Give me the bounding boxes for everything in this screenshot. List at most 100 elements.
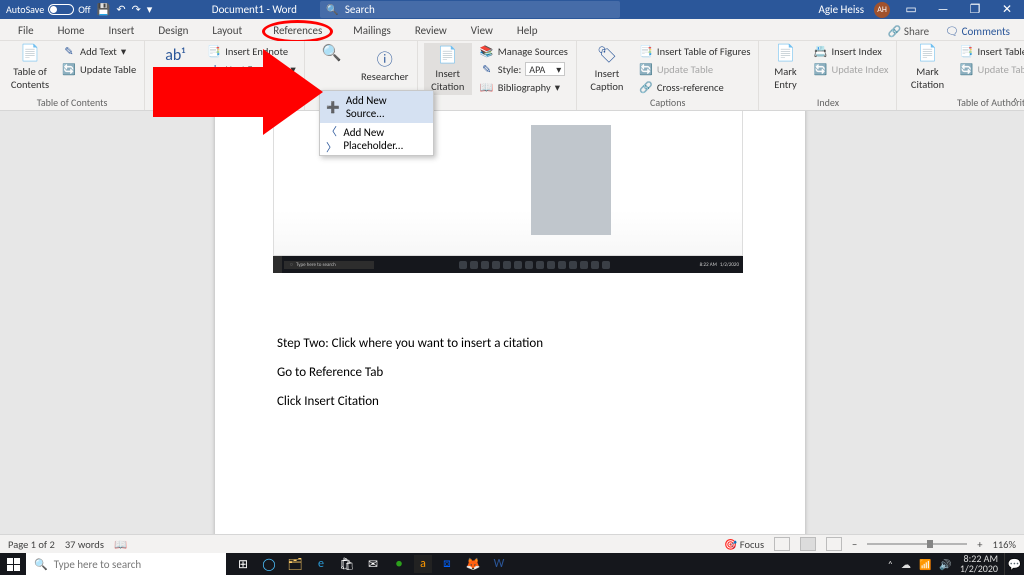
mark-entry-icon: 📄 — [775, 43, 795, 63]
doc-line-3[interactable]: Click Insert Citation — [277, 394, 543, 409]
window-close-icon[interactable]: ✕ — [996, 2, 1018, 17]
tab-home[interactable]: Home — [46, 21, 97, 40]
word-icon[interactable]: W — [488, 553, 510, 575]
taskview-icon[interactable]: ⊞ — [232, 553, 254, 575]
edge-icon[interactable]: e — [310, 553, 332, 575]
avatar[interactable]: AH — [874, 2, 890, 18]
tab-mailings[interactable]: Mailings — [341, 21, 403, 40]
document-body[interactable]: Step Two: Click where you want to insert… — [277, 336, 543, 423]
insert-endnote-button[interactable]: 📑Insert Endnote — [205, 43, 298, 59]
bibliography-button[interactable]: 📖Bibliography ▾ — [478, 79, 570, 95]
qat-save-icon[interactable]: 💾 — [97, 3, 111, 16]
comments-label: Comments — [962, 25, 1010, 38]
cross-reference-button[interactable]: 🔗Cross-reference — [637, 79, 753, 95]
tab-insert[interactable]: Insert — [97, 21, 147, 40]
menu-add-new-placeholder[interactable]: 〈 〉 Add New Placeholder... — [320, 123, 433, 155]
insert-footnote-button[interactable]: ab¹ Insert Footnote — [151, 43, 199, 95]
explorer-icon[interactable]: 🗂 — [284, 553, 306, 575]
document-workspace[interactable]: ◌Type here to search 8:22 AM1/2/2020 Ste… — [0, 111, 1024, 534]
insert-toa-button[interactable]: 📑Insert Table of Authorities — [957, 43, 1024, 59]
zoom-level[interactable]: 116% — [993, 538, 1016, 551]
window-restore-icon[interactable]: ❐ — [964, 2, 986, 17]
embedded-time: 8:22 AM — [700, 262, 717, 268]
group-toc-label: Table of Contents — [6, 96, 138, 110]
menu-add-new-source[interactable]: ➕ Add New Source... — [320, 91, 433, 123]
researcher-button[interactable]: ⓘ Researcher — [359, 43, 411, 87]
firefox-icon[interactable]: 🦊 — [462, 553, 484, 575]
status-page[interactable]: Page 1 of 2 — [8, 538, 55, 551]
embedded-date: 1/2/2020 — [720, 262, 739, 268]
tab-file[interactable]: File — [6, 21, 46, 40]
taskbar-search-placeholder: Type here to search — [54, 558, 142, 571]
mark-entry-button[interactable]: 📄 Mark Entry — [765, 43, 805, 91]
mark-citation-button[interactable]: 📄 Mark Citation — [903, 43, 951, 91]
autosave-state: Off — [78, 3, 90, 16]
view-web-button[interactable] — [826, 537, 842, 551]
amazon-icon[interactable]: a — [414, 555, 432, 573]
qat-more-icon[interactable]: ▾ — [147, 3, 153, 16]
share-button[interactable]: 🔗 Share — [880, 23, 937, 40]
mail-icon[interactable]: ✉ — [362, 553, 384, 575]
manage-sources-button[interactable]: 📚Manage Sources — [478, 43, 570, 59]
view-read-button[interactable] — [774, 537, 790, 551]
insert-caption-button[interactable]: 🏷 Insert Caption — [583, 43, 631, 95]
collapse-ribbon-icon[interactable]: ˄ — [1013, 95, 1018, 108]
user-name[interactable]: Agie Heiss — [819, 3, 864, 16]
tray-onedrive-icon[interactable]: ☁ — [901, 558, 911, 571]
tab-help[interactable]: Help — [505, 21, 550, 40]
tray-wifi-icon[interactable]: 📶 — [919, 558, 931, 571]
qat-undo-icon[interactable]: ↶ — [116, 3, 125, 16]
add-text-icon: ✎ — [62, 44, 76, 58]
tab-references[interactable]: References — [254, 21, 341, 40]
citation-style-select[interactable]: ✎Style: APA▾ — [478, 61, 570, 77]
cortana-icon[interactable]: ◯ — [258, 553, 280, 575]
tray-volume-icon[interactable]: 🔊 — [939, 558, 951, 571]
doc-line-1[interactable]: Step Two: Click where you want to insert… — [277, 336, 543, 351]
autosave-toggle[interactable]: AutoSave Off — [6, 3, 91, 16]
comments-button[interactable]: 🗨 Comments — [937, 23, 1018, 40]
view-print-button[interactable] — [800, 537, 816, 551]
mark-citation-icon: 📄 — [917, 43, 937, 63]
zoom-in-button[interactable]: + — [977, 538, 982, 551]
ribbon-display-icon[interactable]: ▭ — [900, 2, 922, 17]
ribbon-tabs: File Home Insert Design Layout Reference… — [0, 19, 1024, 41]
insert-index-button[interactable]: 📇Insert Index — [811, 43, 890, 59]
insert-citation-button[interactable]: 📄 Insert Citation — [424, 43, 472, 95]
toc-button[interactable]: 📄 Table of Contents — [6, 43, 54, 91]
store-icon[interactable]: 🛍 — [336, 553, 358, 575]
insert-table-figures-button[interactable]: 📑Insert Table of Figures — [637, 43, 753, 59]
add-placeholder-icon: 〈 〉 — [326, 132, 337, 146]
focus-mode-button[interactable]: 🎯 Focus — [724, 538, 764, 551]
window-minimize-icon[interactable]: — — [932, 3, 954, 17]
group-captions-label: Captions — [583, 96, 753, 110]
taskbar-search[interactable]: 🔍 Type here to search — [26, 553, 226, 575]
action-center-button[interactable]: 💬 — [1004, 553, 1024, 575]
add-text-button[interactable]: ✎Add Text ▾ — [60, 43, 138, 59]
tray-chevron-icon[interactable]: ˄ — [888, 558, 893, 571]
mark-citation-label: Mark Citation — [911, 65, 944, 91]
start-button[interactable] — [0, 558, 26, 571]
quickbooks-icon[interactable]: ● — [388, 553, 410, 575]
tab-design[interactable]: Design — [146, 21, 200, 40]
qat-redo-icon[interactable]: ↷ — [132, 3, 141, 16]
zoom-slider[interactable] — [867, 543, 967, 545]
tray-clock[interactable]: 8:22 AM 1/2/2020 — [960, 554, 998, 574]
menu-add-new-source-label: Add New Source... — [346, 94, 427, 120]
next-footnote-label: Next Footnote — [225, 63, 286, 76]
status-words[interactable]: 37 words — [65, 538, 104, 551]
status-proofing-icon[interactable]: 📖 — [114, 538, 127, 551]
doc-line-2[interactable]: Go to Reference Tab — [277, 365, 543, 380]
zoom-out-button[interactable]: − — [852, 538, 857, 551]
insert-caption-label: Insert Caption — [590, 67, 623, 93]
titlebar-search[interactable]: 🔍 Search — [320, 1, 620, 18]
dropbox-icon[interactable]: ⧈ — [436, 553, 458, 575]
page[interactable]: ◌Type here to search 8:22 AM1/2/2020 Ste… — [215, 111, 805, 534]
smart-lookup-icon: 🔍 — [322, 43, 342, 63]
style-value[interactable]: APA▾ — [525, 62, 565, 76]
tab-layout[interactable]: Layout — [200, 21, 254, 40]
tab-view[interactable]: View — [459, 21, 505, 40]
next-footnote-button[interactable]: abNext Footnote ▾ — [205, 61, 298, 77]
tab-review[interactable]: Review — [403, 21, 459, 40]
smart-lookup-button[interactable]: 🔍 Smart Lookup — [311, 43, 353, 87]
update-toc-button[interactable]: 🔄Update Table — [60, 61, 138, 77]
